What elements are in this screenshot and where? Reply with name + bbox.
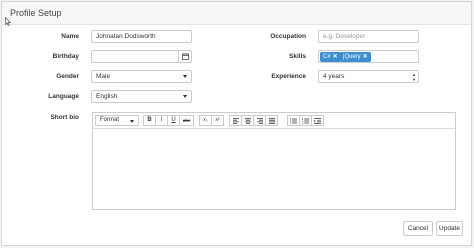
short-bio-editor: Format B I U abc x₂ x² — [92, 112, 456, 210]
skills-field[interactable]: C# ✕ jQuery ✕ — [318, 50, 419, 63]
calendar-icon — [181, 53, 189, 60]
format-label: Format — [100, 117, 120, 123]
chevron-down-icon — [183, 75, 187, 78]
justify-button[interactable] — [265, 115, 278, 126]
bullet-list-icon — [290, 118, 297, 124]
align-center-icon — [244, 118, 251, 124]
experience-label: Experience — [271, 73, 306, 80]
update-button[interactable]: Update — [436, 221, 463, 236]
occupation-placeholder: e.g. Developer — [323, 33, 366, 40]
language-value: English — [96, 93, 118, 100]
chevron-down-icon — [130, 119, 134, 123]
align-left-icon — [232, 118, 239, 124]
panel-title: Profile Setup — [2, 2, 471, 25]
format-dropdown[interactable]: Format — [95, 115, 139, 126]
indent-button[interactable] — [311, 115, 324, 126]
chevron-down-icon — [183, 95, 187, 98]
gender-label: Gender — [56, 73, 79, 80]
name-field[interactable]: Johnatan Dodsworth — [91, 30, 192, 43]
gender-value: Male — [96, 73, 111, 80]
skills-label: Skills — [289, 53, 306, 60]
occupation-label: Occupation — [270, 33, 306, 40]
editor-content[interactable] — [93, 128, 455, 209]
skill-tag: jQuery ✕ — [340, 52, 371, 62]
align-justify-icon — [268, 118, 275, 124]
experience-value: 4 years — [323, 73, 345, 80]
indent-icon — [314, 118, 321, 124]
birthday-field[interactable] — [91, 50, 192, 63]
remove-tag-icon[interactable]: ✕ — [363, 54, 368, 60]
cancel-button[interactable]: Cancel — [403, 221, 433, 236]
experience-stepper[interactable]: 4 years ▲ ▼ — [318, 70, 419, 83]
name-label: Name — [61, 33, 79, 40]
name-value: Johnatan Dodsworth — [96, 33, 156, 40]
language-label: Language — [48, 93, 79, 100]
short-bio-label: Short bio — [50, 114, 79, 121]
numbered-list-icon — [302, 118, 309, 124]
occupation-field[interactable]: e.g. Developer — [318, 30, 419, 43]
skill-tag-label: C# — [323, 54, 331, 60]
mouse-cursor-icon — [5, 17, 11, 26]
superscript-button[interactable]: x² — [211, 115, 224, 126]
calendar-button[interactable] — [178, 50, 191, 63]
spinner-arrows-icon[interactable]: ▲ ▼ — [412, 72, 416, 82]
editor-toolbar: Format B I U abc x₂ x² — [93, 113, 455, 129]
skill-tag: C# ✕ — [320, 52, 341, 62]
birthday-label: Birthday — [52, 53, 79, 60]
skill-tag-label: jQuery — [343, 54, 361, 60]
language-select[interactable]: English — [91, 90, 192, 103]
remove-tag-icon[interactable]: ✕ — [333, 54, 338, 60]
gender-select[interactable]: Male — [91, 70, 192, 83]
align-right-icon — [256, 118, 263, 124]
strikethrough-button[interactable]: abc — [179, 115, 194, 126]
